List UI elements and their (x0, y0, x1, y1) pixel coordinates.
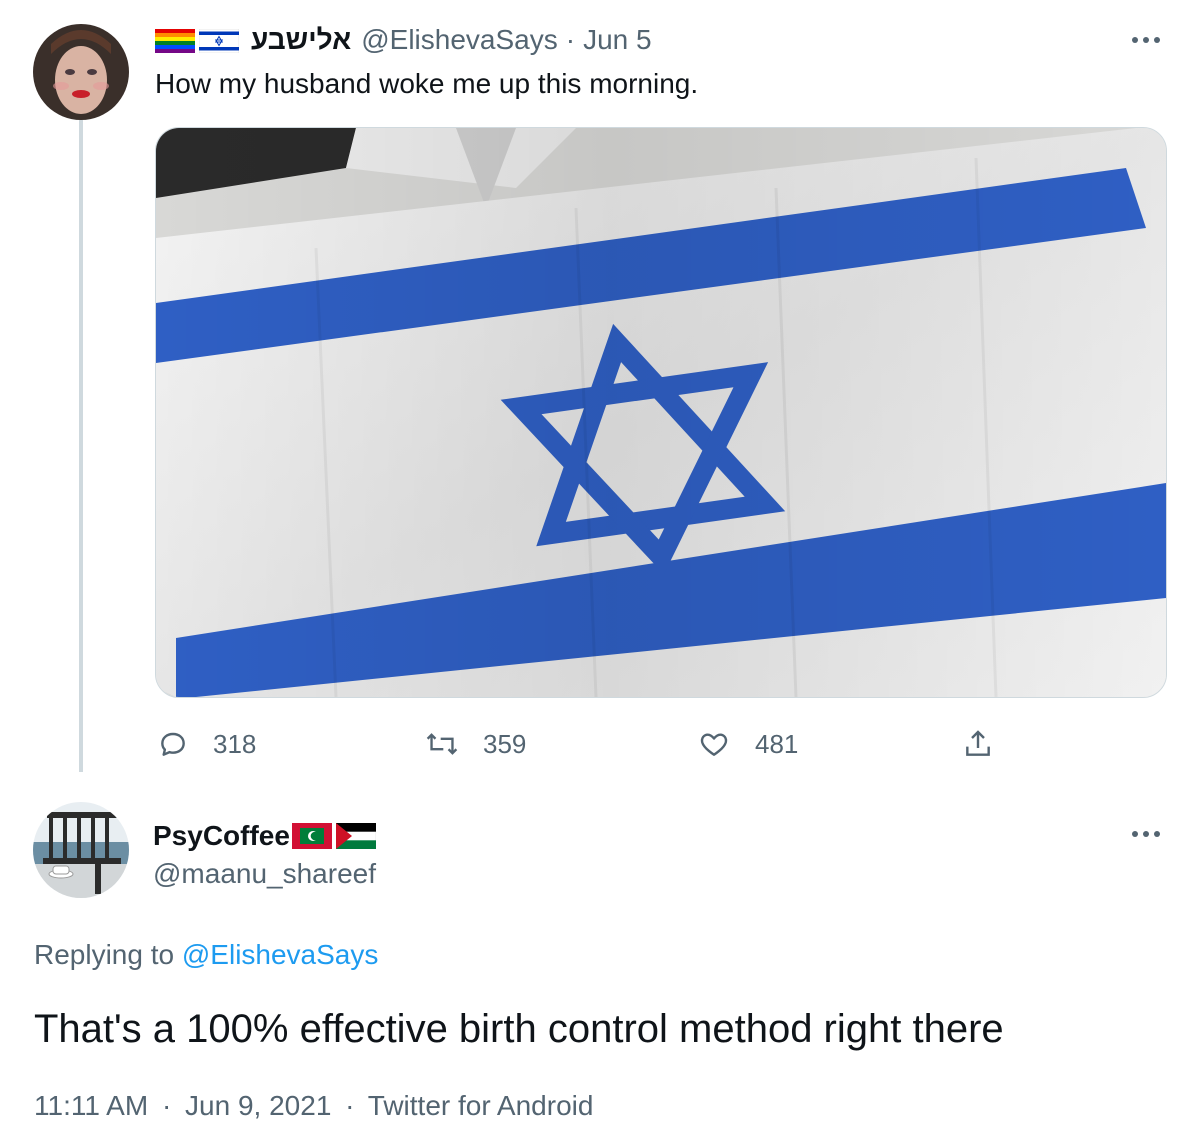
like-action[interactable]: 481 (697, 724, 798, 764)
header-separator: · (565, 24, 576, 55)
tweet-handle[interactable]: @ElishevaSays (361, 24, 558, 56)
reply-count: 318 (213, 728, 257, 759)
thread-line (79, 120, 83, 772)
reply-more-button[interactable] (1128, 816, 1164, 852)
like-icon (700, 733, 728, 756)
reply-handle[interactable]: @maanu_shareef (153, 858, 376, 890)
meta-separator-1: · (161, 1090, 172, 1121)
share-icon (966, 730, 990, 756)
retweet-action[interactable]: 359 (425, 724, 526, 764)
tweet-header: אלישבע @ElishevaSays · Jun 5 (155, 22, 652, 58)
palestine-flag-icon (335, 822, 377, 850)
replying-prefix: Replying to (34, 939, 175, 970)
reply-source[interactable]: Twitter for Android (368, 1090, 594, 1121)
share-action[interactable] (962, 724, 1018, 764)
reply-name-row: PsyCoffee (153, 816, 377, 856)
retweet-icon (426, 733, 458, 755)
retweet-count: 359 (483, 728, 527, 759)
reply-text: That's a 100% effective birth control me… (34, 1007, 1004, 1051)
reply-date[interactable]: Jun 9, 2021 (185, 1090, 331, 1121)
avatar-maanu-shareef[interactable] (33, 802, 129, 898)
tweet-date[interactable]: Jun 5 (583, 24, 652, 56)
replying-to: Replying to @ElishevaSays (34, 939, 378, 971)
reply-meta: 11:11 AM · Jun 9, 2021 · Twitter for And… (34, 1090, 593, 1122)
more-icon (1132, 37, 1160, 43)
like-count: 481 (755, 728, 799, 759)
meta-separator-2: · (345, 1090, 355, 1121)
replying-to-link[interactable]: @ElishevaSays (182, 939, 379, 970)
tweet-media-image[interactable] (155, 127, 1167, 698)
reply-action[interactable]: 318 (157, 724, 256, 764)
reply-time[interactable]: 11:11 AM (34, 1090, 148, 1121)
avatar-elishevasays[interactable] (33, 24, 129, 120)
tweet-more-button[interactable] (1128, 22, 1164, 58)
tweet-text: How my husband woke me up this morning. (155, 68, 699, 99)
tweet-display-name[interactable]: אלישבע (251, 24, 351, 56)
maldives-flag-icon (291, 823, 332, 849)
reply-icon (161, 732, 185, 756)
israel-flag-icon (198, 28, 240, 54)
rainbow-flag-icon (155, 28, 195, 53)
reply-display-name[interactable]: PsyCoffee (153, 820, 290, 852)
more-icon (1132, 831, 1160, 837)
